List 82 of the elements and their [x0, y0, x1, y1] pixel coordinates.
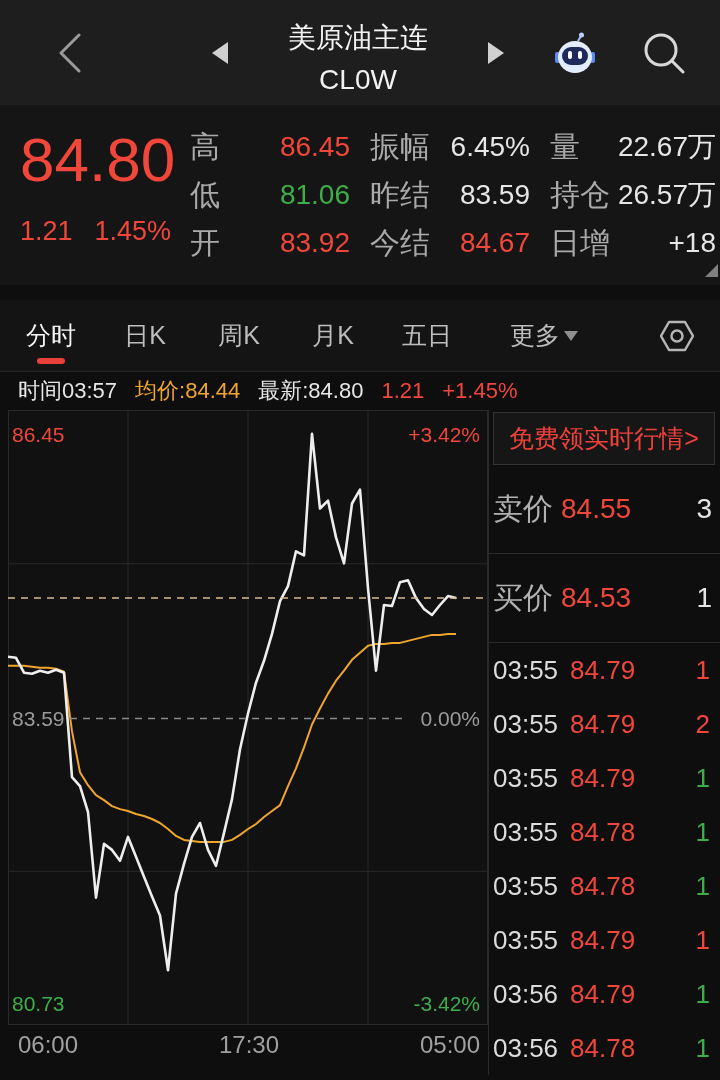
trade-volume: 1 [695, 870, 710, 902]
trade-price: 84.78 [570, 870, 636, 902]
chart-tab[interactable]: 日K [98, 300, 192, 371]
trade-time: 03:55 [493, 654, 559, 686]
chart-tab[interactable]: 分时 [4, 300, 98, 371]
trade-time: 03:56 [493, 978, 559, 1010]
triangle-left-icon [212, 41, 228, 64]
stat-value: 26.57万 [617, 178, 716, 212]
stat-value: 83.59 [459, 179, 530, 211]
percent-change: 1.45% [94, 215, 172, 247]
percent-axis-label: +3.42% [408, 422, 480, 446]
trade-price: 84.78 [570, 1032, 636, 1064]
trade-time: 03:55 [493, 762, 559, 794]
stat-value: 84.67 [459, 227, 530, 259]
trade-time: 03:55 [493, 708, 559, 740]
trade-volume: 1 [695, 762, 710, 794]
trade-time: 03:56 [493, 1032, 559, 1064]
stat-label: 日增 [550, 224, 610, 261]
book-volume: 3 [696, 493, 712, 525]
trade-volume: 1 [695, 1032, 710, 1064]
chart-tab[interactable]: 月K [286, 300, 380, 371]
stat-label: 量 [550, 128, 580, 165]
stat-label: 振幅 [370, 128, 430, 165]
stat-label: 高 [190, 128, 220, 165]
stat-label: 开 [190, 224, 220, 261]
trade-volume: 1 [695, 816, 710, 848]
trade-price: 84.79 [570, 978, 636, 1010]
realtime-quotes-link[interactable]: 免费领实时行情> [493, 412, 715, 465]
stat-label: 持仓 [550, 176, 610, 213]
triangle-right-icon [488, 41, 504, 64]
percent-axis-label: -3.42% [413, 992, 480, 1016]
chart-tab[interactable]: 更多 [474, 300, 614, 371]
book-label: 卖价 [493, 490, 553, 527]
stat-value: 81.06 [279, 179, 350, 211]
trade-volume: 1 [695, 654, 710, 686]
search-icon [643, 31, 685, 74]
stat-value: 6.45% [450, 131, 530, 163]
trade-price: 84.78 [570, 816, 636, 848]
book-label: 买价 [493, 579, 553, 616]
trade-time: 03:55 [493, 924, 559, 956]
time-axis-label: 05:00 [419, 1031, 480, 1059]
robot-icon [555, 31, 595, 74]
book-price: 84.53 [561, 582, 632, 614]
caret-icon [564, 330, 578, 341]
instrument-name: 美原油主连 [288, 20, 428, 55]
trade-volume: 1 [695, 924, 710, 956]
stat-label: 低 [190, 176, 220, 213]
trade-price: 84.79 [570, 654, 636, 686]
trade-price: 84.79 [570, 708, 636, 740]
chart-tab[interactable]: 周K [192, 300, 286, 371]
instrument-code: CL0W [319, 62, 397, 97]
price-axis-label: 80.73 [12, 992, 65, 1016]
stat-value: 86.45 [279, 131, 350, 163]
stat-label: 今结 [370, 224, 430, 261]
time-axis-label: 17:30 [218, 1031, 280, 1059]
trade-time: 03:55 [493, 816, 559, 848]
price-change: 1.21 [20, 215, 73, 247]
back-icon [58, 32, 82, 73]
book-volume: 1 [696, 582, 712, 614]
price-axis-label: 83.59 [12, 707, 65, 731]
settings-icon [660, 319, 694, 352]
readout-text: 均价:84.44 [135, 377, 241, 405]
readout-text: 时间03:57 [18, 377, 118, 405]
chart-tab[interactable]: 五日 [380, 300, 474, 371]
trade-volume: 1 [695, 978, 710, 1010]
time-axis-label: 06:00 [18, 1031, 79, 1059]
stat-label: 昨结 [370, 176, 430, 213]
percent-axis-label: 0.00% [420, 707, 480, 731]
last-price: 84.80 [20, 124, 177, 196]
trade-price: 84.79 [570, 924, 636, 956]
stat-value: 83.92 [279, 227, 350, 259]
book-price: 84.55 [561, 493, 632, 525]
readout-text: +1.45% [442, 378, 518, 404]
price-axis-label: 86.45 [12, 422, 65, 446]
readout-text: 1.21 [381, 378, 425, 404]
stat-value: +18 [668, 227, 716, 259]
trade-time: 03:55 [493, 870, 559, 902]
corner-triangle-icon [705, 264, 718, 277]
stat-value: 22.67万 [617, 130, 716, 164]
readout-text: 最新:84.80 [258, 377, 364, 405]
trade-price: 84.79 [570, 762, 636, 794]
trade-volume: 2 [695, 708, 710, 740]
